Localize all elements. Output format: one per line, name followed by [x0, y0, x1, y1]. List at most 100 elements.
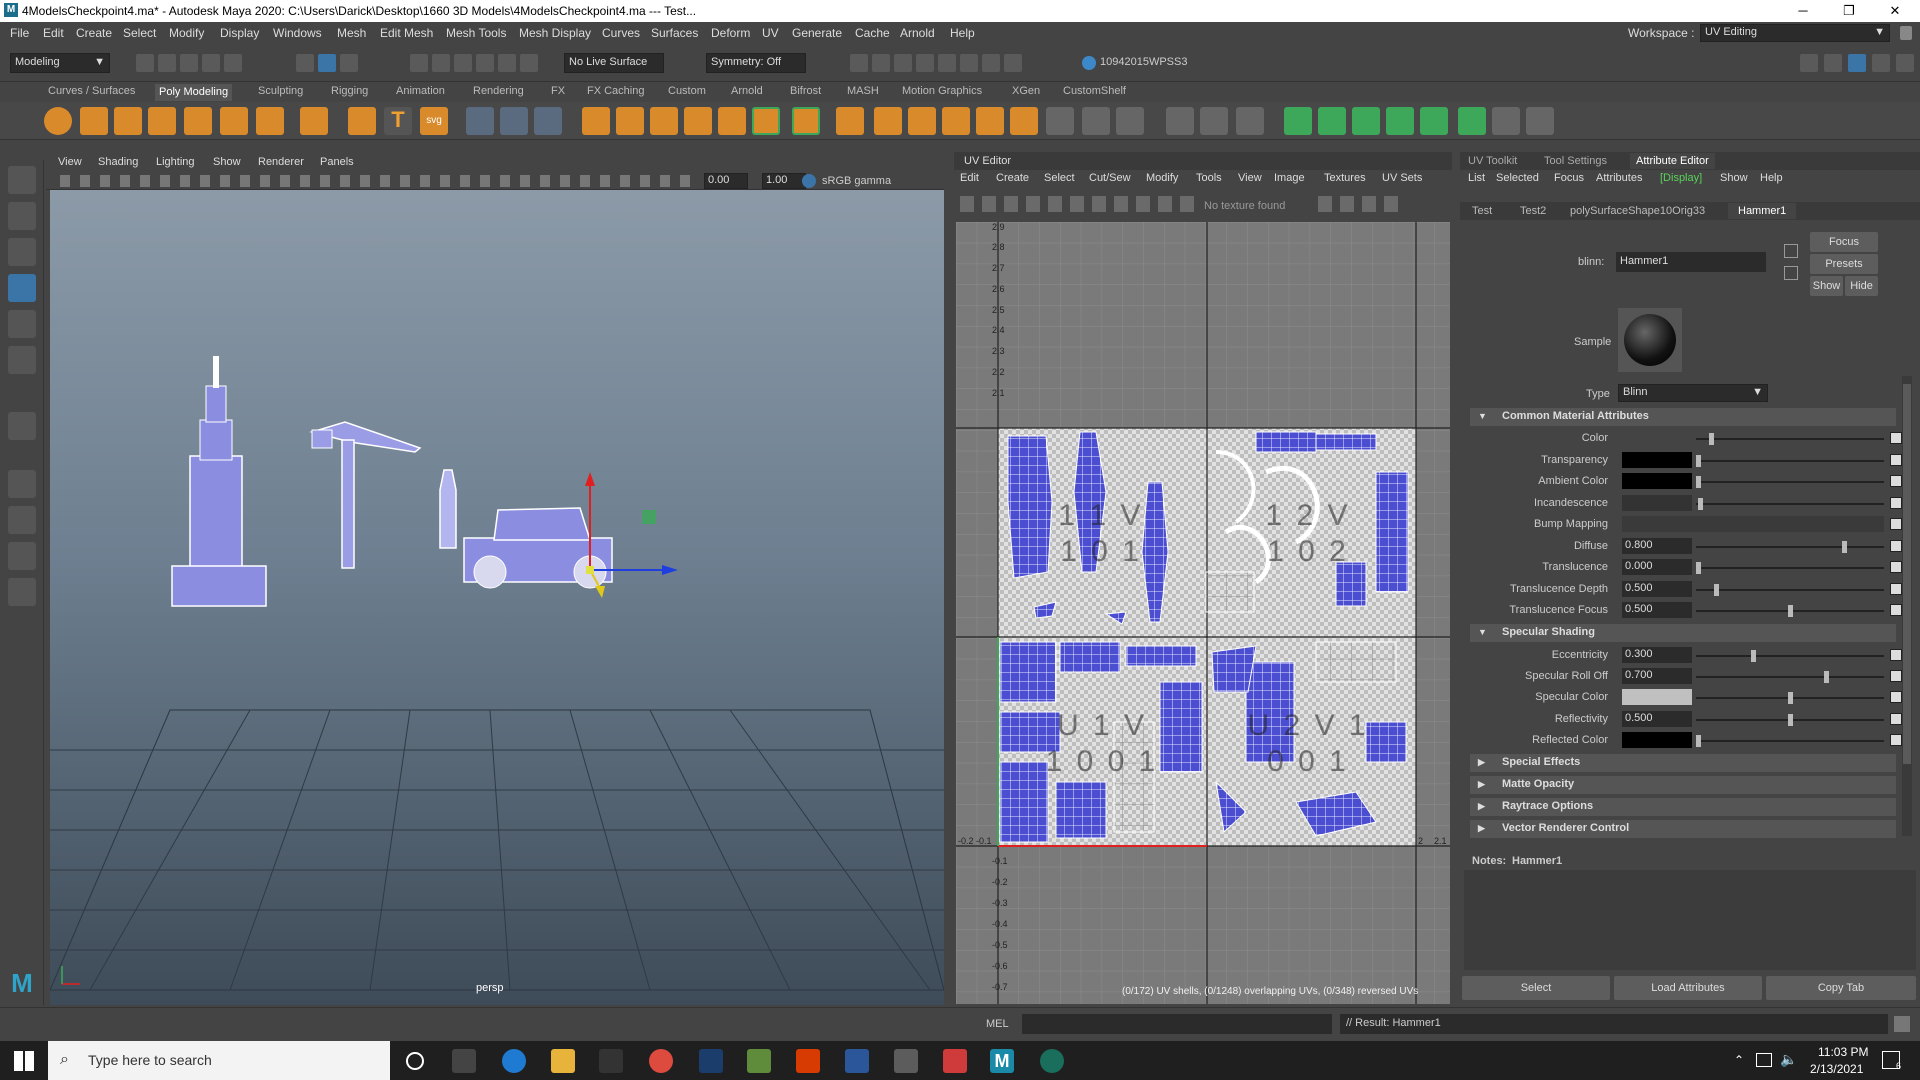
slider-handle[interactable]: [1697, 497, 1703, 510]
menu-file[interactable]: File: [10, 26, 29, 40]
attr-slider[interactable]: [1696, 650, 1884, 662]
show-button[interactable]: Show: [1810, 276, 1843, 296]
tool-settings-icon[interactable]: [1872, 54, 1890, 72]
lock-icon[interactable]: [1900, 26, 1912, 40]
menu-modify[interactable]: Modify: [169, 26, 204, 40]
checker-map-icon[interactable]: [1458, 107, 1486, 135]
attr-value-field[interactable]: 0.500: [1622, 710, 1692, 727]
map-button-icon[interactable]: [1890, 496, 1902, 509]
unfold-icon[interactable]: [1492, 107, 1520, 135]
append-polygon-icon[interactable]: [792, 107, 820, 135]
paint-select-icon[interactable]: [8, 238, 36, 266]
attr-slider[interactable]: [1696, 671, 1884, 684]
pause-icon[interactable]: [1004, 54, 1022, 72]
shelf-tab-customshelf[interactable]: CustomShelf: [1063, 85, 1126, 97]
rotate-tool-icon[interactable]: [8, 310, 36, 338]
slider-handle[interactable]: [1787, 605, 1793, 617]
sweep-mesh-icon[interactable]: [466, 107, 494, 135]
ae-menu-show[interactable]: Show: [1720, 172, 1748, 184]
menu-windows[interactable]: Windows: [273, 26, 322, 40]
attr-slider[interactable]: [1696, 497, 1884, 510]
target-weld-icon[interactable]: [1166, 107, 1194, 135]
workspace-dropdown[interactable]: UV Editing ▼: [1700, 24, 1890, 42]
automatic-map-icon[interactable]: [1386, 107, 1414, 135]
slider-handle[interactable]: [1787, 692, 1793, 705]
uv-menu-tools[interactable]: Tools: [1196, 172, 1222, 184]
menu-uv[interactable]: UV: [762, 26, 779, 40]
poly-sphere-icon[interactable]: [44, 107, 72, 135]
clock-date[interactable]: 2/13/2021: [1810, 1062, 1863, 1076]
extrude-icon[interactable]: [684, 107, 712, 135]
menu-generate[interactable]: Generate: [792, 26, 842, 40]
combine-icon[interactable]: [500, 107, 528, 135]
focus-button[interactable]: Focus: [1810, 232, 1878, 252]
last-tool-icon[interactable]: [8, 412, 36, 440]
shelf-tab-fx-caching[interactable]: FX Caching: [587, 85, 644, 97]
vp-menu-lighting[interactable]: Lighting: [156, 156, 195, 168]
section-special-effects[interactable]: ▶ Special Effects: [1470, 754, 1896, 772]
live-surface-field[interactable]: No Live Surface: [564, 53, 664, 73]
layout-uv-icon[interactable]: [1526, 107, 1554, 135]
lasso-tool-icon[interactable]: [8, 202, 36, 230]
ae-menu-selected[interactable]: Selected: [1496, 172, 1539, 184]
color-swatch[interactable]: [1622, 473, 1692, 489]
node-tab-hammer1[interactable]: Hammer1: [1728, 203, 1797, 219]
node-tab-polysurfaceshape[interactable]: polySurfaceShape10Orig33: [1570, 205, 1705, 217]
map-button-icon[interactable]: [1890, 691, 1902, 704]
wedge-icon[interactable]: [1010, 107, 1038, 135]
attr-slider[interactable]: [1696, 540, 1884, 553]
scrollbar[interactable]: [1902, 376, 1912, 836]
attr-slider[interactable]: [1696, 713, 1884, 726]
menu-deform[interactable]: Deform: [711, 26, 750, 40]
snap-view-icon[interactable]: [476, 54, 494, 72]
attr-slider[interactable]: [1696, 583, 1884, 596]
menu-mesh[interactable]: Mesh: [337, 26, 366, 40]
go-to-input-icon[interactable]: [1784, 244, 1798, 258]
color-swatch[interactable]: [1622, 451, 1692, 468]
copy-tab-button[interactable]: Copy Tab: [1766, 976, 1916, 1000]
shelf-tab-xgen[interactable]: XGen: [1012, 85, 1040, 97]
shelf-tab-curves-surfaces[interactable]: Curves / Surfaces: [48, 85, 135, 97]
planar-map-icon[interactable]: [1284, 107, 1312, 135]
snap-point-icon[interactable]: [454, 54, 472, 72]
vp-menu-view[interactable]: View: [58, 156, 82, 168]
file-explorer-icon[interactable]: [551, 1049, 575, 1073]
duplicate-face-icon[interactable]: [1046, 107, 1074, 135]
separate-icon[interactable]: [534, 107, 562, 135]
make-hole-icon[interactable]: [874, 107, 902, 135]
sew-uv-icon[interactable]: [1420, 107, 1448, 135]
shelf-tab-fx[interactable]: FX: [551, 85, 565, 97]
user-account[interactable]: 10942015WPSS3: [1100, 56, 1187, 68]
render-frame-icon[interactable]: [850, 54, 868, 72]
attr-slider[interactable]: [1696, 692, 1884, 705]
attr-slider[interactable]: [1696, 605, 1884, 617]
menu-mesh-tools[interactable]: Mesh Tools: [446, 26, 506, 40]
bottle-model[interactable]: [439, 469, 457, 549]
save-scene-icon[interactable]: [180, 54, 198, 72]
outliner-icon[interactable]: [1896, 54, 1914, 72]
scrollbar-thumb[interactable]: [1903, 384, 1911, 764]
fill-hole-icon[interactable]: [836, 107, 864, 135]
ae-menu-help[interactable]: Help: [1760, 172, 1783, 184]
slider-handle[interactable]: [1714, 583, 1720, 596]
section-vector-renderer[interactable]: ▶ Vector Renderer Control: [1470, 820, 1896, 838]
text-tool-icon[interactable]: T: [384, 107, 412, 135]
uv-menu-modify[interactable]: Modify: [1146, 172, 1178, 184]
attribute-editor-icon[interactable]: [1848, 54, 1866, 72]
snap-pivot-icon[interactable]: [520, 54, 538, 72]
uv-grid-canvas[interactable]: 2.9 2.8 2.7 2.6 2.5 2.4 2.3 2.2 2.1 -0.2…: [956, 222, 1450, 1004]
snap-surface-icon[interactable]: [498, 54, 516, 72]
node-tab-test2[interactable]: Test2: [1520, 205, 1546, 217]
map-button-icon[interactable]: [1890, 582, 1902, 595]
snap-grid-icon[interactable]: [410, 54, 428, 72]
attr-slider[interactable]: [1696, 562, 1884, 574]
shelf-tab-rigging[interactable]: Rigging: [331, 85, 368, 97]
scale-tool-icon[interactable]: [8, 346, 36, 374]
multi-cut-icon[interactable]: [1116, 107, 1144, 135]
light-editor-icon[interactable]: [982, 54, 1000, 72]
hide-button[interactable]: Hide: [1845, 276, 1878, 296]
uv-menu-uv-sets[interactable]: UV Sets: [1382, 172, 1422, 184]
map-button-icon[interactable]: [1890, 453, 1902, 466]
map-button-icon[interactable]: [1890, 475, 1902, 487]
edge-icon[interactable]: [502, 1049, 526, 1073]
